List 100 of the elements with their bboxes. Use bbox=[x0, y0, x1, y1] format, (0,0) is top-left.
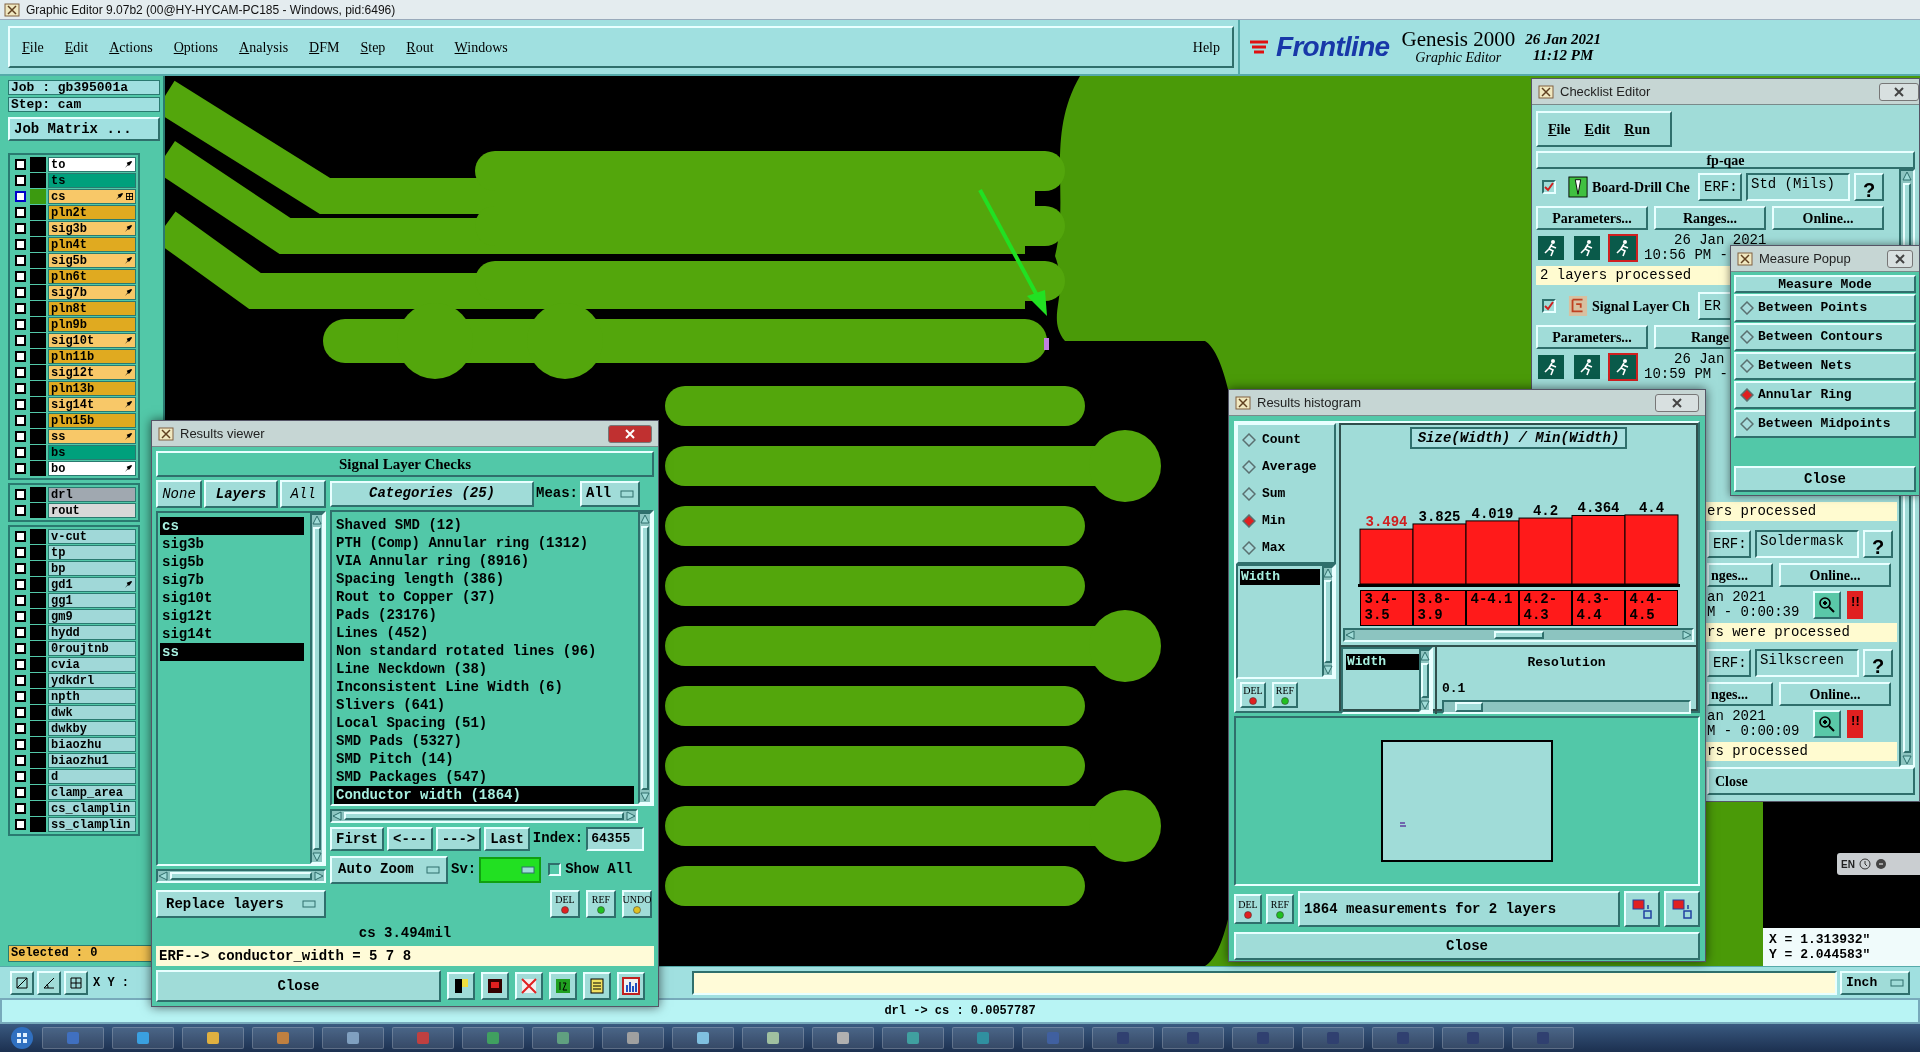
menu-item[interactable]: Step bbox=[360, 36, 386, 58]
tool-button[interactable] bbox=[617, 972, 645, 1000]
layer-checkbox[interactable] bbox=[14, 787, 26, 798]
layer-checkbox[interactable] bbox=[14, 771, 26, 782]
scroll-left-icon[interactable] bbox=[1345, 630, 1355, 640]
list-item[interactable]: cs bbox=[160, 517, 304, 535]
layer-item[interactable]: biaozhu1 bbox=[48, 753, 136, 768]
layer-item[interactable]: hydd bbox=[48, 625, 136, 640]
toolbar-button[interactable] bbox=[64, 970, 88, 995]
scroll-down-icon[interactable] bbox=[1902, 755, 1912, 765]
check-option-button[interactable]: Online... bbox=[1779, 682, 1891, 706]
delete-button[interactable]: DEL bbox=[550, 890, 580, 918]
list-item[interactable]: sig7b bbox=[160, 571, 304, 589]
erf-button[interactable]: ERF: bbox=[1707, 649, 1751, 677]
layer-item[interactable]: v-cut bbox=[48, 529, 136, 544]
list-item[interactable]: Pads (23176) bbox=[334, 606, 634, 624]
list-item[interactable]: PTH (Comp) Annular ring (1312) bbox=[334, 534, 634, 552]
radio-option[interactable]: Between Contours bbox=[1734, 323, 1916, 351]
help-icon[interactable] bbox=[1874, 858, 1887, 870]
layer-checkbox[interactable] bbox=[14, 611, 26, 622]
help-menu[interactable]: Help bbox=[1192, 36, 1220, 58]
layer-checkbox[interactable] bbox=[14, 563, 26, 574]
close-button[interactable]: Close bbox=[1734, 466, 1916, 492]
taskbar-button[interactable] bbox=[1302, 1027, 1364, 1049]
list-item[interactable]: sig12t bbox=[160, 607, 304, 625]
layer-checkbox[interactable] bbox=[14, 819, 26, 830]
scroll-right-icon[interactable] bbox=[1682, 630, 1692, 640]
tool-button[interactable] bbox=[447, 972, 475, 1000]
layer-checkbox[interactable] bbox=[14, 463, 26, 474]
menu-item[interactable]: Rout bbox=[406, 36, 434, 58]
layer-checkbox[interactable] bbox=[14, 319, 26, 330]
layer-item[interactable]: dwk bbox=[48, 705, 136, 720]
radio-option[interactable]: Count bbox=[1242, 429, 1330, 450]
zoom-button[interactable] bbox=[1813, 591, 1842, 619]
units-dropdown[interactable]: Inch bbox=[1840, 970, 1910, 995]
taskbar-button[interactable] bbox=[112, 1027, 174, 1049]
layer-item[interactable]: pln2t bbox=[48, 205, 136, 220]
layer-item[interactable]: pln8t bbox=[48, 301, 136, 316]
close-button[interactable]: Close bbox=[1234, 932, 1700, 960]
layer-item[interactable]: gd1 bbox=[48, 577, 136, 592]
scroll-left-icon[interactable] bbox=[158, 871, 168, 881]
help-button[interactable]: ? bbox=[1863, 530, 1893, 558]
list-item[interactable]: ss bbox=[160, 643, 304, 661]
layer-checkbox[interactable] bbox=[14, 399, 26, 410]
list-item[interactable]: Inconsistent Line Width (6) bbox=[334, 678, 634, 696]
scroll-right-icon[interactable] bbox=[626, 811, 636, 821]
menu-item[interactable]: Analysis bbox=[239, 36, 289, 58]
erf-field[interactable]: Std (Mils) bbox=[1746, 173, 1850, 201]
layer-checkbox[interactable] bbox=[14, 691, 26, 702]
layer-item[interactable]: d bbox=[48, 769, 136, 784]
tool-button[interactable] bbox=[481, 972, 509, 1000]
close-button[interactable] bbox=[1879, 82, 1919, 101]
check-option-button[interactable]: nges... bbox=[1707, 682, 1773, 706]
coordinate-input[interactable] bbox=[692, 970, 1837, 995]
layer-item[interactable]: cs_clamplin bbox=[48, 801, 136, 816]
menu-item[interactable]: Actions bbox=[109, 36, 153, 58]
menu-item[interactable]: File bbox=[22, 36, 44, 58]
check-checkbox[interactable] bbox=[1542, 299, 1556, 313]
horizontal-scrollbar[interactable] bbox=[156, 869, 326, 883]
layer-checkbox[interactable] bbox=[14, 675, 26, 686]
list-item[interactable]: Width bbox=[1240, 569, 1320, 585]
layer-checkbox[interactable] bbox=[14, 175, 26, 186]
previous-button[interactable]: <--- bbox=[387, 826, 433, 851]
close-button[interactable] bbox=[608, 424, 652, 443]
list-item[interactable]: Shaved SMD (12) bbox=[334, 516, 634, 534]
layer-filter-button[interactable]: Layers bbox=[204, 480, 278, 508]
menu-item[interactable]: Windows bbox=[454, 36, 508, 58]
undo-button[interactable]: UNDO bbox=[622, 890, 652, 918]
layer-item[interactable]: ydkdrl bbox=[48, 673, 136, 688]
layer-item[interactable]: sig12t bbox=[48, 365, 136, 380]
vertical-scrollbar[interactable] bbox=[638, 512, 652, 804]
layer-checkbox[interactable] bbox=[14, 287, 26, 298]
layer-checkbox[interactable] bbox=[14, 595, 26, 606]
refresh-button[interactable]: REF bbox=[586, 890, 616, 918]
scroll-up-icon[interactable] bbox=[312, 515, 322, 525]
scroll-down-icon[interactable] bbox=[1323, 665, 1333, 675]
list-item[interactable]: VIA Annular ring (8916) bbox=[334, 552, 634, 570]
next-button[interactable]: ---> bbox=[435, 826, 482, 851]
radio-option[interactable]: Between Nets bbox=[1734, 352, 1916, 380]
help-button[interactable]: ? bbox=[1854, 173, 1884, 201]
zoom-mode-dropdown[interactable]: Auto Zoom bbox=[330, 855, 448, 884]
layer-item[interactable]: gm9 bbox=[48, 609, 136, 624]
layer-checkbox[interactable] bbox=[14, 505, 26, 516]
close-button[interactable] bbox=[1887, 249, 1913, 268]
taskbar-button[interactable] bbox=[602, 1027, 664, 1049]
list-item[interactable]: Local Spacing (51) bbox=[334, 714, 634, 732]
erf-field[interactable]: Silkscreen bbox=[1755, 649, 1859, 677]
layer-item[interactable]: drl bbox=[48, 487, 136, 502]
list-item[interactable]: sig5b bbox=[160, 553, 304, 571]
language-label[interactable]: EN bbox=[1841, 856, 1855, 872]
vertical-scrollbar[interactable] bbox=[1419, 649, 1431, 712]
layer-item[interactable]: cvia bbox=[48, 657, 136, 672]
layer-item[interactable]: pln13b bbox=[48, 381, 136, 396]
layer-item[interactable]: biaozhu bbox=[48, 737, 136, 752]
taskbar-button[interactable] bbox=[742, 1027, 804, 1049]
scroll-up-icon[interactable] bbox=[1323, 568, 1333, 578]
layer-item[interactable]: to bbox=[48, 157, 136, 172]
help-button[interactable]: ? bbox=[1863, 649, 1893, 677]
layer-item[interactable]: ss bbox=[48, 429, 136, 444]
layer-checkbox[interactable] bbox=[14, 159, 26, 170]
